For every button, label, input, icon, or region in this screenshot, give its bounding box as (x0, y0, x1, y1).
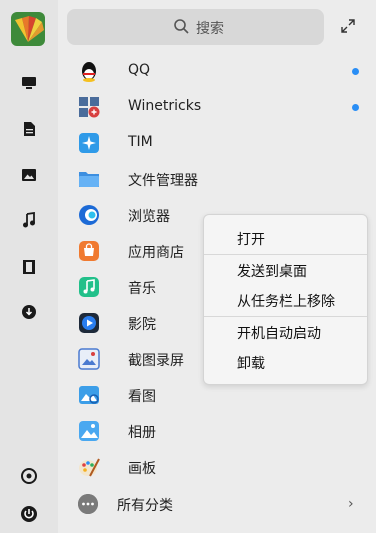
app-label: 浏览器 (128, 209, 170, 225)
app-item-winetricks[interactable]: Winetricks (58, 89, 359, 125)
context-menu: 打开 发送到桌面 从任务栏上移除 开机自动启动 卸载 (203, 214, 368, 385)
movie-icon (78, 312, 100, 334)
app-label: QQ (128, 62, 151, 78)
menu-separator (204, 316, 367, 317)
menu-item-label: 开机自动启动 (237, 326, 321, 342)
app-label: 看图 (128, 389, 156, 405)
videos-icon[interactable] (17, 255, 41, 279)
app-label: 文件管理器 (128, 173, 198, 189)
tim-icon (78, 132, 100, 154)
search-placeholder: 搜索 (196, 21, 224, 37)
app-label: TIM (128, 134, 153, 150)
power-icon[interactable] (17, 502, 41, 526)
computer-icon[interactable] (17, 71, 41, 95)
menu-item-label: 从任务栏上移除 (237, 294, 335, 310)
app-store-icon (78, 240, 100, 262)
app-label: 影院 (128, 317, 156, 333)
search-input[interactable]: 搜索 (67, 9, 324, 45)
app-item-drawing-board[interactable]: 画板 (58, 449, 358, 485)
app-label: Winetricks (128, 98, 202, 114)
fullscreen-icon[interactable] (339, 17, 357, 35)
menu-item-label: 打开 (237, 232, 265, 248)
menu-item-label: 卸载 (237, 356, 265, 372)
new-app-badge (352, 104, 359, 111)
documents-icon[interactable] (17, 117, 41, 141)
more-icon (78, 494, 98, 514)
all-categories-label: 所有分类 (117, 498, 173, 514)
sidebar (0, 0, 58, 533)
drawing-board-icon (78, 456, 100, 478)
chevron-right-icon: › (348, 496, 354, 512)
menu-item-uninstall[interactable]: 卸载 (204, 348, 367, 376)
app-label: 音乐 (128, 281, 156, 297)
app-item-tim[interactable]: TIM (58, 125, 358, 161)
music-folder-icon[interactable] (17, 208, 41, 232)
user-avatar[interactable] (11, 12, 45, 46)
menu-item-remove-from-dock[interactable]: 从任务栏上移除 (204, 286, 367, 314)
search-icon (173, 18, 189, 38)
all-categories-button[interactable]: 所有分类 › (58, 487, 376, 523)
app-label: 画板 (128, 461, 156, 477)
file-manager-icon (78, 168, 100, 190)
menu-item-open[interactable]: 打开 (204, 224, 367, 252)
pictures-icon[interactable] (17, 163, 41, 187)
new-app-badge (352, 68, 359, 75)
image-viewer-icon (78, 384, 100, 406)
app-label: 截图录屏 (128, 353, 184, 369)
menu-item-send-to-desktop[interactable]: 发送到桌面 (204, 256, 367, 284)
album-icon (78, 420, 100, 442)
app-label: 应用商店 (128, 245, 184, 261)
screenshot-icon (78, 348, 100, 370)
app-item-album[interactable]: 相册 (58, 413, 358, 449)
launcher-window: 搜索 QQ Winetricks TIM 文件管理器 浏览器 应用商店 音乐 影… (0, 0, 376, 533)
menu-item-autostart[interactable]: 开机自动启动 (204, 318, 367, 346)
settings-icon[interactable] (17, 464, 41, 488)
winetricks-icon (78, 96, 100, 118)
app-item-qq[interactable]: QQ (58, 53, 359, 89)
qq-icon (78, 60, 100, 82)
app-item-file-manager[interactable]: 文件管理器 (58, 161, 358, 197)
music-icon (78, 276, 100, 298)
menu-separator (204, 254, 367, 255)
app-label: 相册 (128, 425, 156, 441)
browser-icon (78, 204, 100, 226)
downloads-icon[interactable] (17, 300, 41, 324)
menu-item-label: 发送到桌面 (237, 264, 307, 280)
